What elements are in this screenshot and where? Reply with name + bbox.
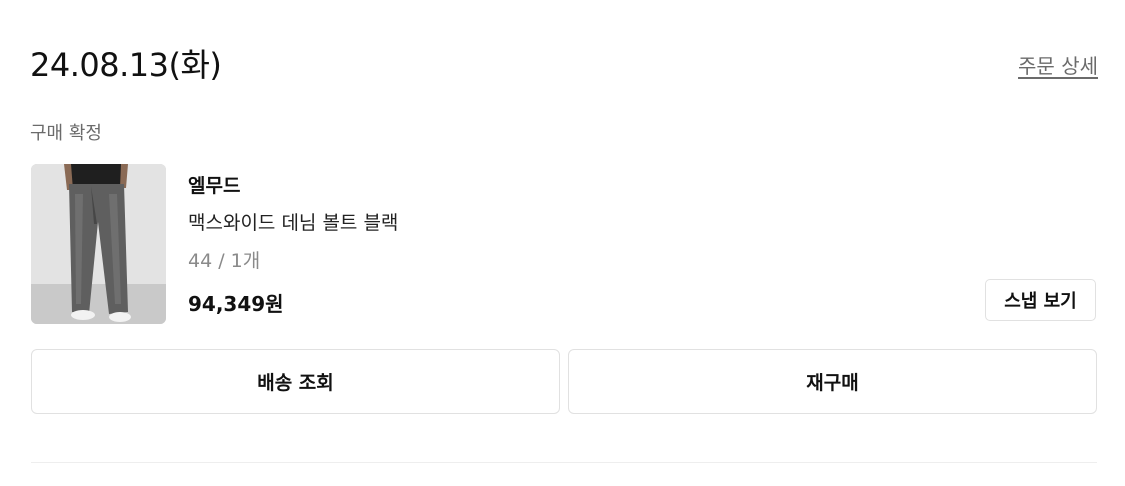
product-price: 94,349원 (188, 292, 284, 316)
order-status: 구매 확정 (30, 123, 102, 144)
order-detail-link[interactable]: 주문 상세 (1018, 50, 1098, 79)
product-name[interactable]: 맥스와이드 데님 볼트 블랙 (188, 208, 398, 235)
delivery-tracking-button[interactable]: 배송 조회 (31, 349, 560, 414)
order-date: 24.08.13(화) (30, 46, 222, 84)
section-divider (31, 462, 1097, 463)
snap-view-button[interactable]: 스냅 보기 (985, 279, 1096, 321)
reorder-button[interactable]: 재구매 (568, 349, 1097, 414)
product-option: 44 / 1개 (188, 250, 261, 272)
product-image[interactable] (31, 164, 166, 324)
brand-name[interactable]: 엘무드 (188, 171, 240, 198)
